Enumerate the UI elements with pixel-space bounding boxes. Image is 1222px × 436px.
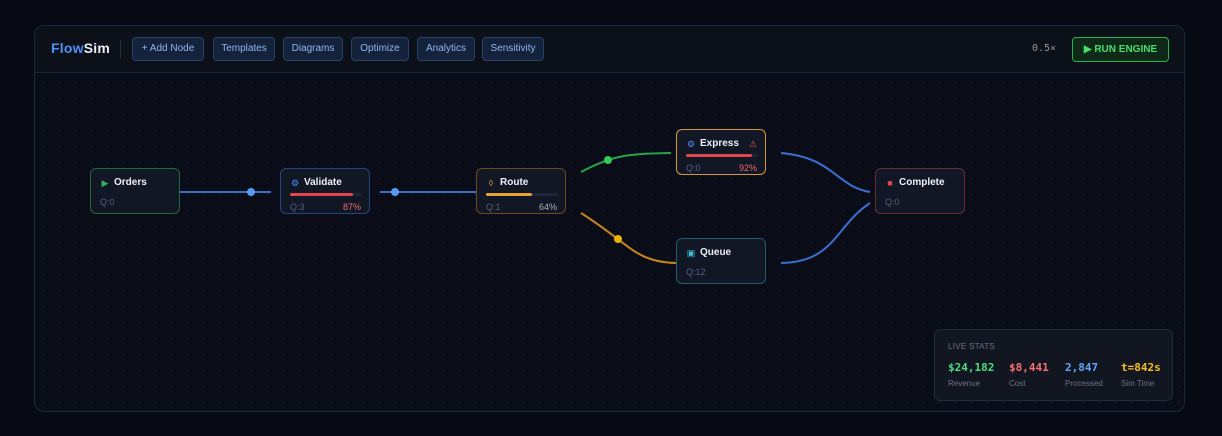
edge-particle [604, 156, 612, 164]
router-icon: ◊ [488, 178, 494, 188]
stat-value: $24,182 [948, 361, 995, 374]
node-title: Queue [700, 247, 732, 258]
live-stats-header: LIVE STATS [948, 342, 996, 351]
stat-value: $8,441 [1009, 361, 1049, 374]
gear-icon: ⚙ [686, 139, 696, 149]
queue-icon: ▣ [686, 248, 696, 258]
utilization-fill [486, 193, 533, 196]
node-title: Orders [114, 177, 147, 188]
node-queue-count: Q:0 [885, 197, 900, 207]
node-queue-count: Q:3 [290, 202, 305, 212]
app-window: FlowSim + Add Node Templates Diagrams Op… [34, 25, 1185, 412]
edge-express-complete[interactable] [780, 152, 871, 193]
edge-particle [614, 235, 622, 243]
node-queue-count: Q:1 [486, 202, 501, 212]
stop-icon: ■ [887, 178, 893, 188]
live-stats-panel: LIVE STATS $24,182 Revenue $8,441 Cost 2… [934, 329, 1173, 401]
utilization-percent: 87% [342, 202, 361, 212]
utilization-percent: 92% [738, 163, 757, 173]
edge-particle [391, 188, 399, 196]
node-queue-count: Q:0 [686, 163, 701, 173]
utilization-percent: 64% [538, 202, 557, 212]
edge-queue-complete[interactable] [780, 202, 871, 264]
stat-value: 2,847 [1065, 361, 1099, 374]
stat-label: Revenue [948, 379, 981, 388]
stat-cost: $8,441 Cost [1009, 361, 1049, 388]
utilization-bar [486, 193, 558, 196]
node-orders[interactable]: ▶ Orders Q:0 [90, 168, 180, 214]
node-title: Complete [899, 177, 945, 188]
node-validate[interactable]: ⚙ Validate Q:3 87% [280, 168, 370, 214]
stat-revenue: $24,182 Revenue [948, 361, 994, 388]
utilization-bar [686, 154, 758, 157]
play-icon: ▶ [101, 178, 109, 188]
node-title: Express [700, 138, 739, 149]
node-express[interactable]: ⚙ Express ⚠ Q:0 92% [676, 129, 766, 175]
utilization-fill [686, 154, 753, 157]
stat-sim-time: t=842s Sim Time [1121, 361, 1161, 388]
edge-route-queue[interactable] [580, 212, 677, 264]
node-route[interactable]: ◊ Route Q:1 64% [476, 168, 566, 214]
gear-icon: ⚙ [290, 178, 300, 188]
node-queue[interactable]: ▣ Queue Q:12 [676, 238, 766, 284]
warning-icon[interactable]: ⚠ [749, 139, 757, 150]
node-complete[interactable]: ■ Complete Q:0 [875, 168, 965, 214]
utilization-bar [290, 193, 362, 196]
edge-route-express[interactable] [580, 152, 672, 173]
utilization-fill [290, 193, 353, 196]
node-title: Validate [304, 177, 342, 188]
node-queue-count: Q:12 [686, 267, 706, 277]
node-queue-count: Q:0 [100, 197, 115, 207]
stat-value: t=842s [1121, 361, 1161, 374]
node-title: Route [500, 177, 529, 188]
stat-label: Cost [1009, 379, 1026, 388]
edge-particle [247, 188, 255, 196]
stat-processed: 2,847 Processed [1065, 361, 1103, 388]
stat-label: Processed [1065, 379, 1103, 388]
stat-label: Sim Time [1121, 379, 1155, 388]
